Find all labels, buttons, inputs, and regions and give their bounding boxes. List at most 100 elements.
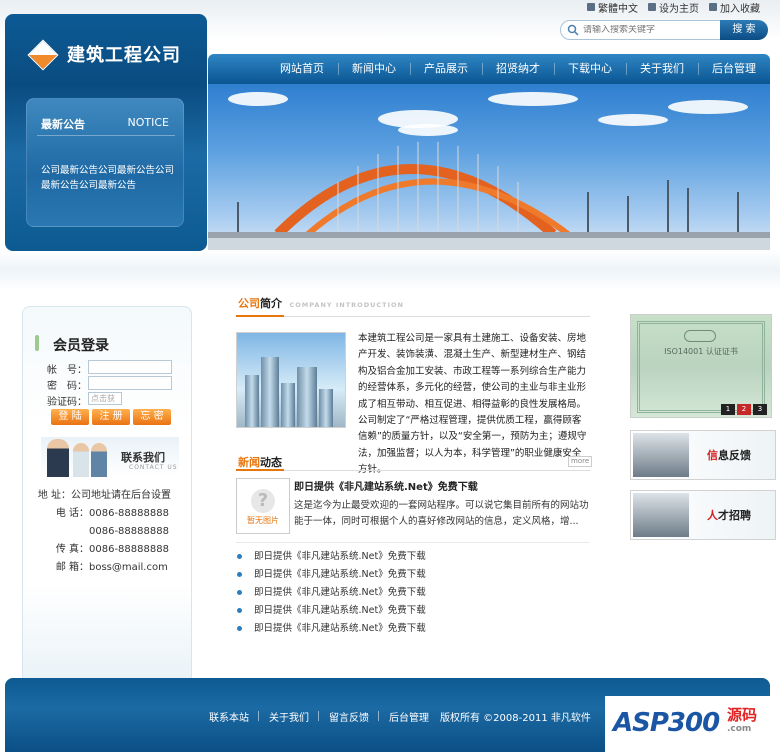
site-logo[interactable]: 建筑工程公司 <box>67 41 181 67</box>
building <box>281 383 295 427</box>
nav-item-news[interactable]: 新闻中心 <box>338 54 410 84</box>
register-button[interactable]: 注 册 <box>92 409 130 425</box>
list-item[interactable]: 即日提供《非凡建站系统.Net》免费下载 <box>234 620 594 638</box>
footer-link-admin[interactable]: 后台管理 <box>379 709 439 724</box>
notice-title: 最新公告 <box>41 118 85 131</box>
recruitment-photo <box>633 493 689 537</box>
contact-fax: 传 真： 0086-88888888 <box>55 544 169 555</box>
feedback-label: 信息反馈 <box>707 449 751 462</box>
search-input[interactable] <box>583 25 713 35</box>
building <box>245 375 259 427</box>
account-input[interactable] <box>88 360 172 374</box>
watermark-logo: ASP300 源码 .com <box>605 696 780 752</box>
account-label: 帐 号： <box>47 365 87 376</box>
traditional-chinese-link[interactable]: 繁體中文 <box>587 0 638 15</box>
captcha-input[interactable]: 点击获 <box>88 392 122 405</box>
news-more-link[interactable]: more <box>568 456 593 467</box>
divider-accent <box>236 315 284 317</box>
logo-panel: 建筑工程公司 最新公告 NOTICE 公司最新公告公司最新公告公司最新公告公司最… <box>5 14 207 251</box>
recruitment-label: 人才招聘 <box>707 509 751 522</box>
favorite-icon <box>709 3 717 11</box>
contact-title-en: CONTACT US <box>129 464 178 471</box>
divider-accent <box>236 469 284 471</box>
language-icon <box>587 3 595 11</box>
captcha-label: 验证码： <box>47 397 87 408</box>
slide-page[interactable]: 1 <box>721 404 735 415</box>
intro-heading: 公司简介 COMPANY INTRODUCTION <box>238 297 404 310</box>
news-headline[interactable]: 即日提供《非凡建站系统.Net》免费下载 <box>294 478 478 493</box>
slideshow-pager: 1 2 3 <box>721 404 767 415</box>
news-heading: 新闻动态 <box>238 456 282 469</box>
divider <box>236 316 590 317</box>
nav-item-home[interactable]: 网站首页 <box>266 54 338 84</box>
contact-phone-2: 0086-88888888 <box>89 526 169 537</box>
divider <box>236 470 590 471</box>
building <box>319 389 333 427</box>
top-links: 繁體中文 设为主页 加入收藏 <box>587 0 760 15</box>
footer-link-contact[interactable]: 联系本站 <box>209 709 259 724</box>
banner-image <box>208 84 770 250</box>
home-icon <box>648 3 656 11</box>
list-item[interactable]: 即日提供《非凡建站系统.Net》免费下载 <box>234 548 594 566</box>
contact-email: 邮 箱： boss@mail.com <box>55 562 168 573</box>
certificate-slideshow[interactable]: ISO14001 认证证书 1 2 3 <box>630 314 772 418</box>
password-input[interactable] <box>88 376 172 390</box>
list-item[interactable]: 即日提供《非凡建站系统.Net》免费下载 <box>234 602 594 620</box>
add-favorite-link[interactable]: 加入收藏 <box>709 0 760 15</box>
contact-banner: 联系我们 CONTACT US <box>41 437 179 477</box>
person-figure <box>73 443 89 477</box>
slide-page[interactable]: 3 <box>753 404 767 415</box>
contact-info: 地 址： 公司地址请在后台设置 电 话： 0086-88888888 0086-88… <box>33 487 189 577</box>
nav-item-products[interactable]: 产品展示 <box>410 54 482 84</box>
forgot-password-button[interactable]: 忘 密 <box>133 409 171 425</box>
main-nav: 网站首页 新闻中心 产品展示 招贤纳才 下载中心 关于我们 后台管理 <box>208 54 770 84</box>
recruitment-link[interactable]: 人才招聘 <box>630 490 776 540</box>
certificate-logo <box>684 330 716 342</box>
search-button[interactable]: 搜 索 <box>720 20 768 40</box>
nav-item-about[interactable]: 关于我们 <box>626 54 698 84</box>
certificate-title: ISO14001 认证证书 <box>664 347 738 356</box>
notice-title-en: NOTICE <box>127 116 169 129</box>
contact-address: 地 址： 公司地址请在后台设置 <box>37 490 171 501</box>
feedback-link[interactable]: 信息反馈 <box>630 430 776 480</box>
search-icon <box>567 24 579 36</box>
contact-title: 联系我们 <box>121 451 165 464</box>
divider <box>236 542 590 543</box>
notice-content[interactable]: 公司最新公告公司最新公告公司最新公告公司最新公告 <box>41 163 181 193</box>
person-figure <box>91 443 107 477</box>
no-image-label: 暂无图片 <box>247 516 279 525</box>
placeholder-icon: ? <box>251 489 275 513</box>
divider <box>37 135 175 136</box>
footer-link-feedback[interactable]: 留言反馈 <box>319 709 379 724</box>
feedback-photo <box>633 433 689 477</box>
person-figure <box>47 439 69 477</box>
notice-box: 最新公告 NOTICE 公司最新公告公司最新公告公司最新公告公司最新公告 <box>26 98 184 227</box>
building <box>261 357 279 427</box>
bridge-illustration <box>208 142 770 250</box>
news-list: 即日提供《非凡建站系统.Net》免费下载 即日提供《非凡建站系统.Net》免费下… <box>234 548 594 638</box>
contact-phone: 电 话： 0086-88888888 <box>55 508 169 519</box>
watermark-cn: 源码 <box>727 706 758 724</box>
watermark-url: .com <box>727 724 752 734</box>
list-item[interactable]: 即日提供《非凡建站系统.Net》免费下载 <box>234 584 594 602</box>
company-intro-text: 本建筑工程公司是一家具有土建施工、设备安装、房地产开发、装饰装潢、混凝土生产、新… <box>358 333 587 476</box>
nav-item-jobs[interactable]: 招贤纳才 <box>482 54 554 84</box>
certificate-frame: ISO14001 认证证书 <box>637 321 765 413</box>
building <box>297 367 317 427</box>
footer-links: 联系本站 关于我们 留言反馈 后台管理 <box>209 709 439 724</box>
footer-link-about[interactable]: 关于我们 <box>259 709 319 724</box>
slide-page[interactable]: 2 <box>737 404 751 415</box>
login-button[interactable]: 登 陆 <box>51 409 89 425</box>
login-title: 会员登录 <box>53 338 109 354</box>
news-thumbnail[interactable]: ? 暂无图片 <box>236 478 290 534</box>
company-building-image <box>236 332 346 428</box>
news-description: 这是迄今为止最受欢迎的一套网站程序。可以说它集目前所有的网站功能于一体，同时可根… <box>294 500 589 527</box>
password-label: 密 码： <box>47 381 87 392</box>
copyright: 版权所有 ©2008-2011 非凡软件 <box>440 713 591 724</box>
nav-item-admin[interactable]: 后台管理 <box>698 54 770 84</box>
logo-icon <box>27 39 59 71</box>
search-box <box>560 20 722 40</box>
list-item[interactable]: 即日提供《非凡建站系统.Net》免费下载 <box>234 566 594 584</box>
set-homepage-link[interactable]: 设为主页 <box>648 0 699 15</box>
nav-item-download[interactable]: 下载中心 <box>554 54 626 84</box>
